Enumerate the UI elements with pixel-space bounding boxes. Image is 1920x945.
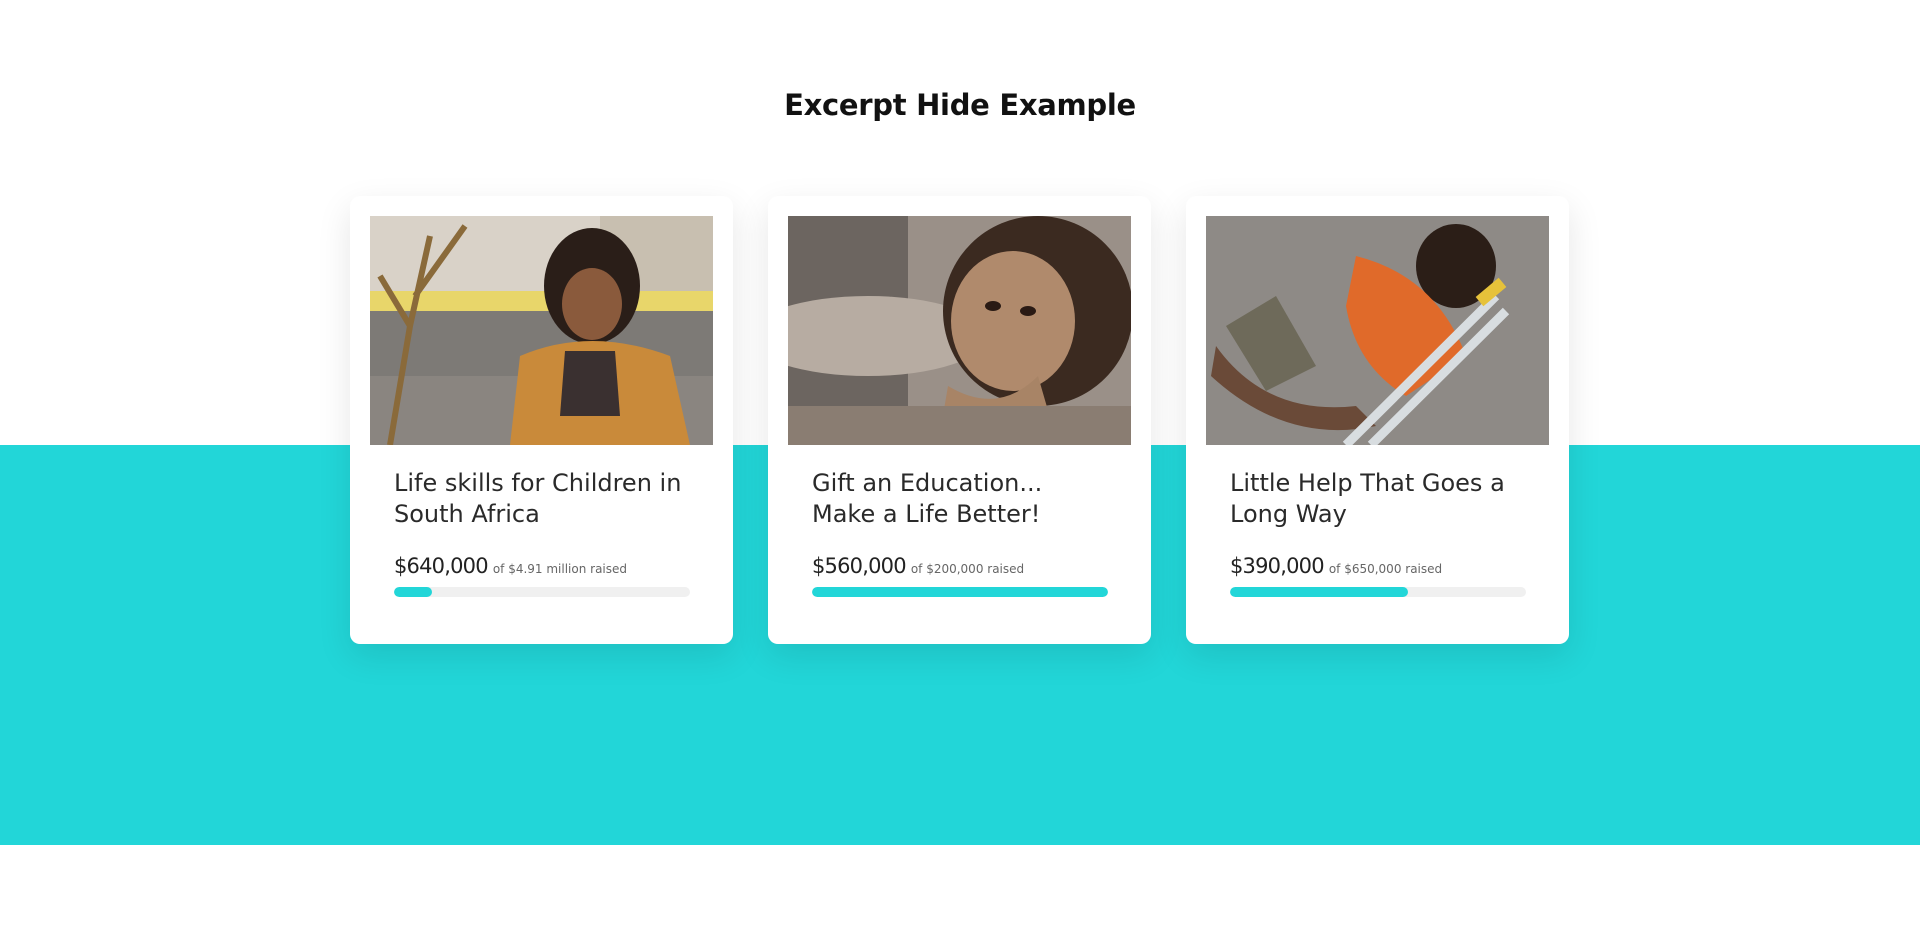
raised-line: $390,000 of $650,000 raised — [1230, 554, 1549, 578]
boy-with-crutches-photo — [1206, 216, 1549, 445]
progress-fill — [812, 587, 1108, 597]
progress-bar — [394, 587, 690, 597]
cause-cards: Life skills for Children in South Africa… — [350, 196, 1569, 644]
raised-line: $640,000 of $4.91 million raised — [394, 554, 713, 578]
raised-amount: $390,000 — [1230, 554, 1325, 578]
progress-bar — [812, 587, 1108, 597]
section-title: Excerpt Hide Example — [784, 88, 1136, 122]
page: Excerpt Hide Example Life skills for Chi… — [0, 0, 1920, 945]
cause-title[interactable]: Little Help That Goes a Long Way — [1230, 468, 1530, 530]
cause-title[interactable]: Life skills for Children in South Africa — [394, 468, 694, 530]
child-by-tree-photo — [370, 216, 713, 445]
goal-text: of $4.91 million raised — [492, 562, 628, 576]
girl-resting-chin-photo — [788, 216, 1131, 445]
cause-card[interactable]: Gift an Education... Make a Life Better!… — [768, 196, 1151, 644]
cause-image[interactable] — [1206, 216, 1549, 445]
raised-line: $560,000 of $200,000 raised — [812, 554, 1131, 578]
progress-bar — [1230, 587, 1526, 597]
goal-text: of $650,000 raised — [1328, 562, 1443, 576]
goal-text: of $200,000 raised — [910, 562, 1025, 576]
cause-title[interactable]: Gift an Education... Make a Life Better! — [812, 468, 1112, 530]
cause-card[interactable]: Life skills for Children in South Africa… — [350, 196, 733, 644]
raised-amount: $560,000 — [812, 554, 907, 578]
cause-image[interactable] — [370, 216, 713, 445]
cause-card[interactable]: Little Help That Goes a Long Way $390,00… — [1186, 196, 1569, 644]
progress-fill — [394, 587, 433, 597]
raised-amount: $640,000 — [394, 554, 489, 578]
cause-image[interactable] — [788, 216, 1131, 445]
progress-fill — [1230, 587, 1408, 597]
